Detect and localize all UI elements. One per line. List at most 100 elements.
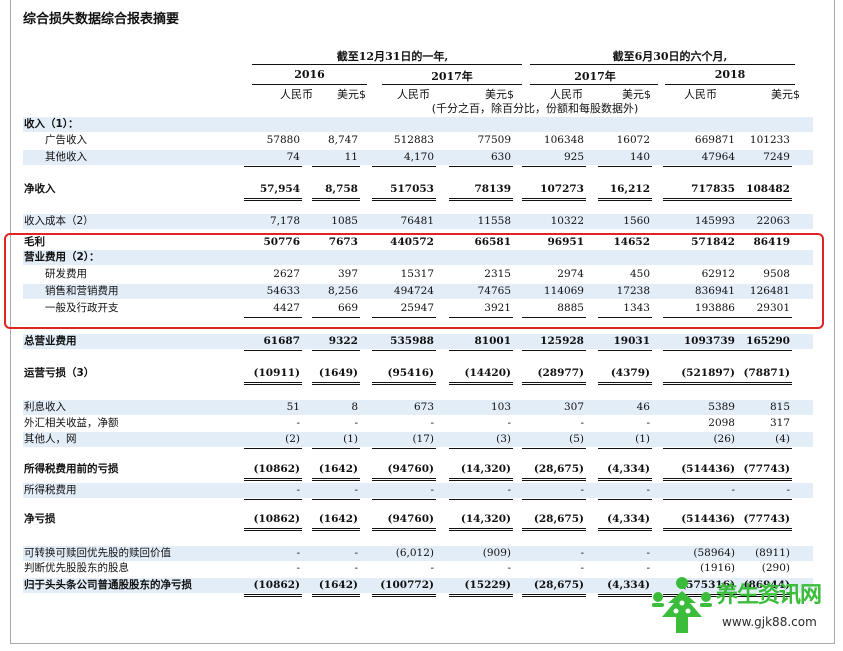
cell-value: 673 — [413, 401, 434, 413]
total-rule — [598, 382, 652, 383]
cell-value: 307 — [563, 401, 584, 413]
period-rule-semiannual — [530, 64, 795, 65]
cell-value: - — [430, 562, 434, 574]
year-rule-2 — [382, 84, 522, 85]
cell-value: - — [580, 417, 584, 429]
table-row: 净亏损 (10862) (1642) (94760) (14,320) (28,675) (… — [23, 512, 813, 531]
cell-value: 8,758 — [325, 183, 358, 195]
total-rule — [730, 499, 792, 500]
cell-value: 57,954 — [259, 183, 300, 195]
cell-value: (2) — [285, 433, 300, 445]
row-label: 归于头头条公司普通股股东的净亏损 — [24, 579, 192, 591]
cell-value: - — [430, 484, 434, 496]
total-rule — [449, 382, 513, 383]
total-rule — [449, 499, 513, 500]
cell-value: (94760) — [387, 513, 434, 525]
cell-value: 78139 — [474, 183, 511, 195]
total-rule — [449, 530, 513, 531]
total-rule — [449, 448, 513, 449]
cell-value: (1649) — [318, 367, 358, 379]
total-rule — [598, 480, 652, 481]
cell-value: 4,170 — [403, 151, 434, 163]
total-rule — [730, 200, 792, 201]
cell-value: 512883 — [393, 134, 434, 146]
cell-value: (77743) — [743, 513, 790, 525]
total-rule — [244, 596, 302, 597]
period-rule-annual — [252, 64, 522, 65]
total-rule — [522, 478, 586, 479]
total-rule — [522, 499, 586, 500]
cell-value: (4,334) — [607, 579, 650, 591]
cell-value: - — [646, 417, 650, 429]
total-rule — [663, 499, 737, 500]
cell-value: 107273 — [540, 183, 584, 195]
total-rule — [522, 382, 586, 383]
cell-value: - — [354, 417, 358, 429]
watermark-brand: 养生资讯网 — [716, 583, 822, 608]
total-rule — [598, 166, 652, 167]
year-rule-3 — [530, 84, 658, 85]
cell-value: (1) — [343, 433, 358, 445]
cell-value: 535988 — [390, 335, 434, 347]
total-rule — [244, 448, 302, 449]
cell-value: 77509 — [477, 134, 511, 146]
cell-value: 16072 — [616, 134, 650, 146]
cell-value: 103 — [490, 401, 511, 413]
table-row: 其他收入 74 11 4,170 630 925 140 47964 7249 — [23, 150, 813, 167]
cell-value: (26) — [713, 433, 735, 445]
cell-value: - — [507, 484, 511, 496]
total-rule — [449, 596, 513, 597]
cell-value: 7249 — [763, 151, 790, 163]
cell-value: (14,320) — [460, 513, 511, 525]
cell-value: (521897) — [681, 367, 735, 379]
row-label: 利息收入 — [24, 401, 66, 413]
cell-value: 11558 — [477, 215, 511, 227]
total-rule — [598, 499, 652, 500]
total-rule — [730, 448, 792, 449]
total-rule — [522, 200, 586, 201]
total-rule — [598, 198, 652, 199]
total-rule — [598, 594, 652, 595]
total-rule — [244, 200, 302, 201]
cell-value: (909) — [482, 547, 511, 559]
table-row: 利息收入 51 8 673 103 307 46 5389 815 — [23, 400, 813, 415]
row-label: 广告收入 — [45, 134, 87, 146]
row-label: 收入（1）： — [24, 118, 79, 130]
cell-value: 22063 — [756, 215, 790, 227]
year-2017-semiannual: 2017年 — [574, 70, 616, 83]
cell-value: 101233 — [749, 134, 790, 146]
total-rule — [244, 594, 302, 595]
cell-value: 8,747 — [327, 134, 358, 146]
row-label: 总营业费用 — [24, 335, 77, 347]
cell-value: 1093739 — [683, 335, 735, 347]
total-rule — [244, 350, 302, 351]
cell-value: 165290 — [746, 335, 790, 347]
table-row: 外汇相关收益，净额 - - - - - - 2098 317 — [23, 416, 813, 431]
table-row: 所得税费用前的亏损 (10862) (1642) (94760) (14,320) (28… — [23, 462, 813, 481]
cell-value: (17) — [412, 433, 434, 445]
cell-value: - — [296, 547, 300, 559]
total-rule — [449, 198, 513, 199]
total-rule — [522, 166, 586, 167]
currency-header: 美元$ — [771, 88, 800, 101]
total-rule — [449, 480, 513, 481]
row-label: 收入成本（2） — [24, 215, 94, 227]
cell-value: (28977) — [537, 367, 584, 379]
cell-value: 11 — [344, 151, 358, 163]
cell-value: 57880 — [266, 134, 300, 146]
total-rule — [449, 200, 513, 201]
cell-value: (78871) — [743, 367, 790, 379]
total-rule — [730, 382, 792, 383]
cell-value: 9322 — [328, 335, 358, 347]
cell-value: (100772) — [380, 579, 434, 591]
cell-value: 815 — [769, 401, 790, 413]
total-rule — [312, 528, 360, 529]
cell-value: (4,334) — [607, 463, 650, 475]
row-label: 净收入 — [24, 183, 56, 195]
cell-value: - — [646, 562, 650, 574]
total-rule — [730, 530, 792, 531]
total-rule — [663, 198, 737, 199]
cell-value: 76481 — [400, 215, 434, 227]
row-label: 净亏损 — [24, 513, 56, 525]
row-label: 所得税费用 — [24, 484, 77, 496]
